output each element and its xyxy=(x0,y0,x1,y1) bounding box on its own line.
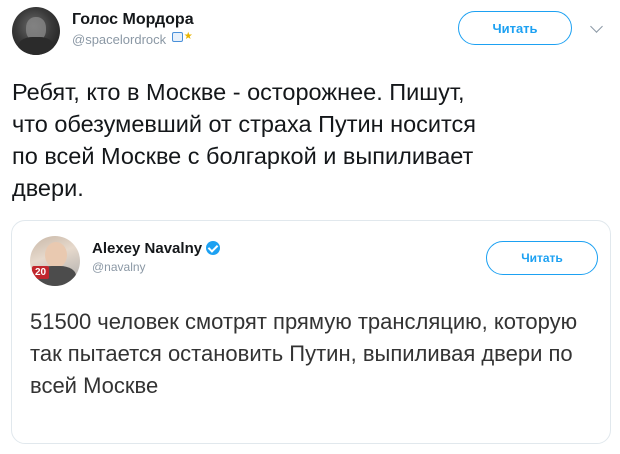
author-handle-row: @spacelordrock ★ xyxy=(72,31,193,48)
quoted-author-handle[interactable]: @navalny xyxy=(92,260,146,274)
follow-button[interactable]: Читать xyxy=(458,11,572,45)
badge-icon xyxy=(171,32,183,42)
author-avatar[interactable] xyxy=(12,7,60,55)
tweet-text: Ребят, кто в Москве - осторожнее. Пишут,… xyxy=(12,79,477,201)
quoted-author-name-row: Alexey Navalny xyxy=(92,240,221,257)
chevron-down-icon[interactable] xyxy=(590,20,603,33)
author-handle[interactable]: @spacelordrock xyxy=(72,32,166,47)
verified-check-icon xyxy=(206,241,221,255)
quoted-tweet-card[interactable]: 20 Alexey Navalny @navalny Читать 51500 … xyxy=(11,220,611,444)
star-icon: ★ xyxy=(183,31,193,42)
avatar-body xyxy=(18,37,54,55)
quoted-tweet-text: 51500 человек смотрят прямую трансляцию,… xyxy=(30,309,578,398)
author-name[interactable]: Голос Мордора xyxy=(72,11,194,29)
quoted-follow-button[interactable]: Читать xyxy=(486,241,598,275)
quoted-author-avatar[interactable]: 20 xyxy=(30,236,80,286)
quoted-author-name[interactable]: Alexey Navalny xyxy=(92,240,202,257)
avatar-head xyxy=(45,242,67,268)
avatar-badge: 20 xyxy=(32,266,50,279)
author-badges: ★ xyxy=(171,31,193,42)
